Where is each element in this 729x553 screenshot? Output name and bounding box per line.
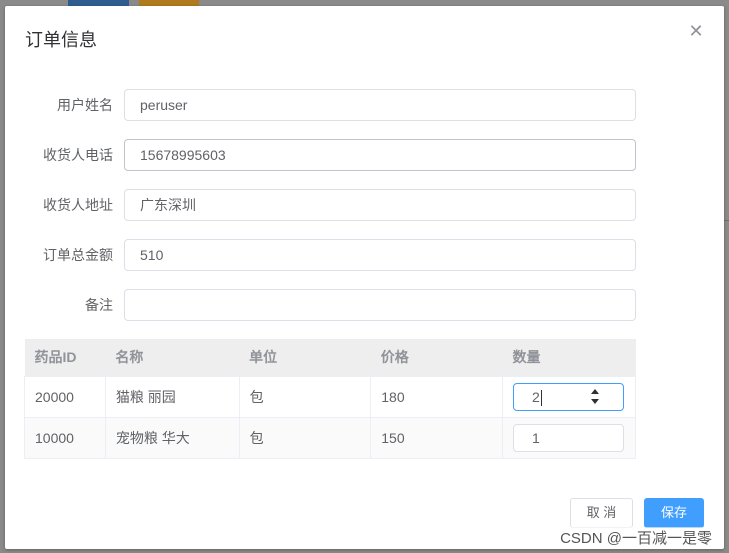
table-row: 10000 宠物粮 华大 包 150 1 bbox=[24, 417, 637, 459]
form-row-remark: 备注 bbox=[5, 289, 724, 321]
remark-input[interactable] bbox=[124, 289, 636, 321]
phone-input[interactable]: 15678995603 bbox=[124, 139, 636, 171]
order-items-table: 药品ID 名称 单位 价格 数量 20000 猫粮 丽园 包 180 2 100… bbox=[24, 339, 637, 459]
address-label: 收货人地址 bbox=[43, 197, 113, 213]
cell-price: 150 bbox=[370, 417, 503, 459]
cell-id: 10000 bbox=[24, 417, 106, 459]
spinner bbox=[590, 386, 603, 408]
cell-unit: 包 bbox=[239, 376, 372, 418]
quantity-value: 2 bbox=[531, 388, 540, 405]
decrement-icon[interactable] bbox=[590, 398, 599, 404]
text-caret bbox=[540, 389, 542, 406]
column-header-qty: 数量 bbox=[502, 339, 636, 377]
phone-label: 收货人电话 bbox=[43, 147, 113, 163]
form-row-address: 收货人地址 广东深圳 bbox=[5, 189, 724, 221]
column-header-id: 药品ID bbox=[24, 339, 106, 377]
quantity-value: 1 bbox=[531, 429, 540, 446]
column-header-price: 价格 bbox=[370, 339, 503, 377]
save-button[interactable]: 保存 bbox=[644, 498, 704, 528]
watermark: CSDN @一百减一是零 bbox=[558, 527, 714, 548]
remark-label: 备注 bbox=[85, 297, 113, 313]
form-row-total: 订单总金额 510 bbox=[5, 239, 724, 271]
total-input[interactable]: 510 bbox=[124, 239, 636, 271]
increment-icon[interactable] bbox=[590, 388, 599, 394]
table-row: 20000 猫粮 丽园 包 180 2 bbox=[24, 376, 637, 418]
cell-unit: 包 bbox=[239, 417, 372, 459]
form-row-phone: 收货人电话 15678995603 bbox=[5, 139, 724, 171]
dialog-title: 订单信息 bbox=[25, 30, 97, 50]
table-header-row: 药品ID 名称 单位 价格 数量 bbox=[24, 339, 636, 377]
column-header-unit: 单位 bbox=[239, 339, 371, 377]
total-label: 订单总金额 bbox=[43, 247, 113, 263]
close-icon[interactable]: ✕ bbox=[688, 22, 704, 40]
cell-name: 猫粮 丽园 bbox=[105, 376, 240, 418]
cell-qty: 1 bbox=[502, 417, 637, 459]
username-label: 用户姓名 bbox=[57, 97, 113, 113]
column-header-name: 名称 bbox=[105, 339, 240, 377]
order-info-dialog: 订单信息 ✕ 用户姓名 peruser 收货人电话 15678995603 收货… bbox=[5, 6, 724, 549]
cell-name: 宠物粮 华大 bbox=[105, 417, 240, 459]
form-row-username: 用户姓名 peruser bbox=[5, 89, 724, 121]
cell-qty: 2 bbox=[502, 376, 637, 418]
address-input[interactable]: 广东深圳 bbox=[124, 189, 636, 221]
cell-price: 180 bbox=[370, 376, 503, 418]
cell-id: 20000 bbox=[24, 376, 106, 418]
quantity-stepper[interactable]: 1 bbox=[512, 423, 624, 452]
quantity-stepper[interactable]: 2 bbox=[512, 382, 624, 411]
username-input[interactable]: peruser bbox=[124, 89, 636, 121]
cancel-button[interactable]: 取 消 bbox=[570, 498, 633, 528]
